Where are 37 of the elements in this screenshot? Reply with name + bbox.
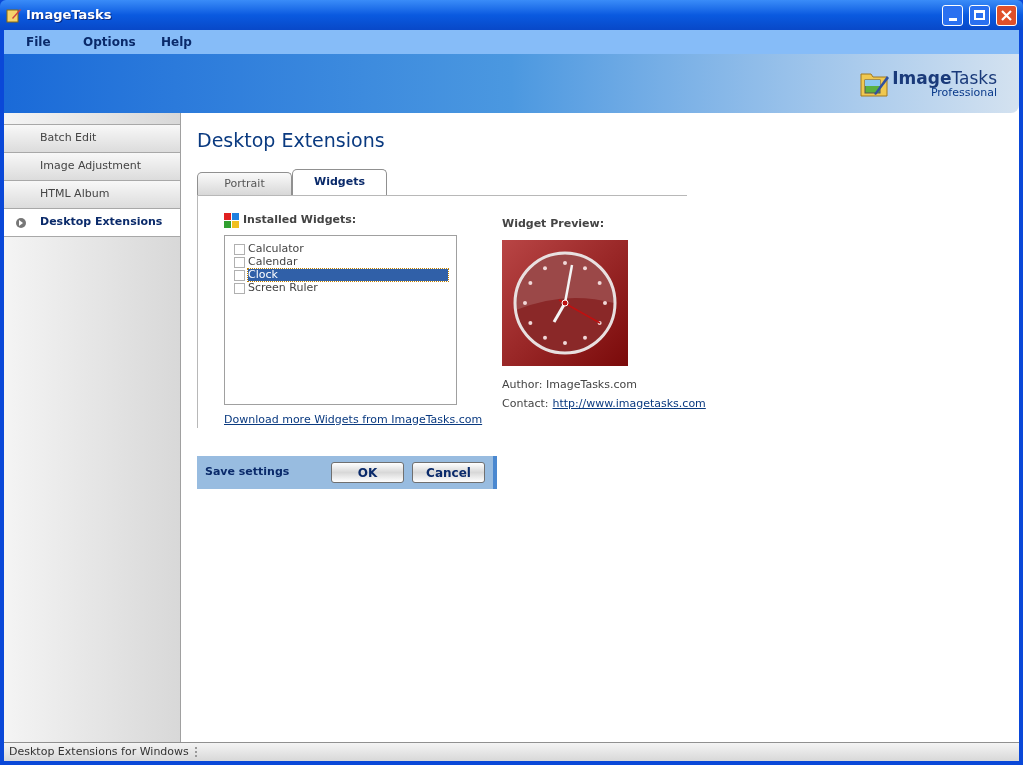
minimize-button[interactable] [942,4,963,26]
sidebar-item[interactable]: Desktop Extensions [4,208,180,236]
widget-list-item[interactable]: Clock [248,269,448,281]
tab[interactable]: Widgets [292,169,387,195]
window-title: ImageTasks [26,6,112,25]
contact-label: Contact: [502,396,549,412]
widget-list-item[interactable]: Calculator [248,243,448,255]
close-button[interactable] [996,4,1017,26]
author-text: Author: ImageTasks.com [502,376,638,393]
download-widgets-link[interactable]: Download more Widgets from ImageTasks.com [224,411,480,428]
save-settings-label: Save settings [205,464,291,481]
maximize-button[interactable] [969,4,990,26]
sidebar-item[interactable]: Image Adjustment [4,152,180,180]
contact-link[interactable]: http://www.imagetasks.com [552,396,706,413]
widget-preview-heading: Widget Preview: [502,216,606,232]
checkbox[interactable] [234,269,245,281]
installed-widgets-heading: Installed Widgets: [243,212,357,228]
close-icon [1001,9,1012,21]
status-text: Desktop Extensions for Windows [9,743,189,760]
widget-list-item[interactable]: Screen Ruler [248,282,448,294]
menu-item[interactable]: Options [83,33,161,51]
dialog-button[interactable]: OK [331,462,404,483]
menu-item[interactable]: File [26,33,83,51]
checkbox[interactable] [234,243,245,255]
checkbox[interactable] [234,282,245,294]
colored-squares-icon [224,212,239,228]
tab[interactable]: Portrait [197,172,292,195]
page-title: Desktop Extensions [197,131,386,150]
sidebar-item[interactable]: HTML Album [4,180,180,208]
checkbox[interactable] [234,256,245,268]
status-separator-icon [194,747,197,757]
pencil-notepad-icon [6,7,22,23]
widget-list-item[interactable]: Calendar [248,256,448,268]
dialog-button[interactable]: Cancel [412,462,485,483]
menu-item[interactable]: Help [161,33,239,51]
sidebar-item[interactable]: Batch Edit [4,124,180,152]
logo-name: ImageTasks [892,69,997,87]
